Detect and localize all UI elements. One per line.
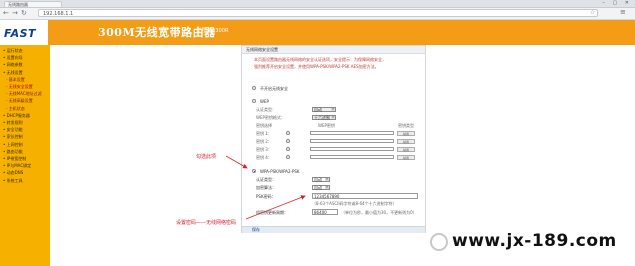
arrow-to-password-field (245, 195, 306, 220)
annotation-arrows (225, 155, 306, 220)
watermark-logo (430, 233, 448, 251)
watermark-text: www.jx-189.com (452, 231, 617, 251)
arrow-to-wpa-option (225, 155, 248, 169)
